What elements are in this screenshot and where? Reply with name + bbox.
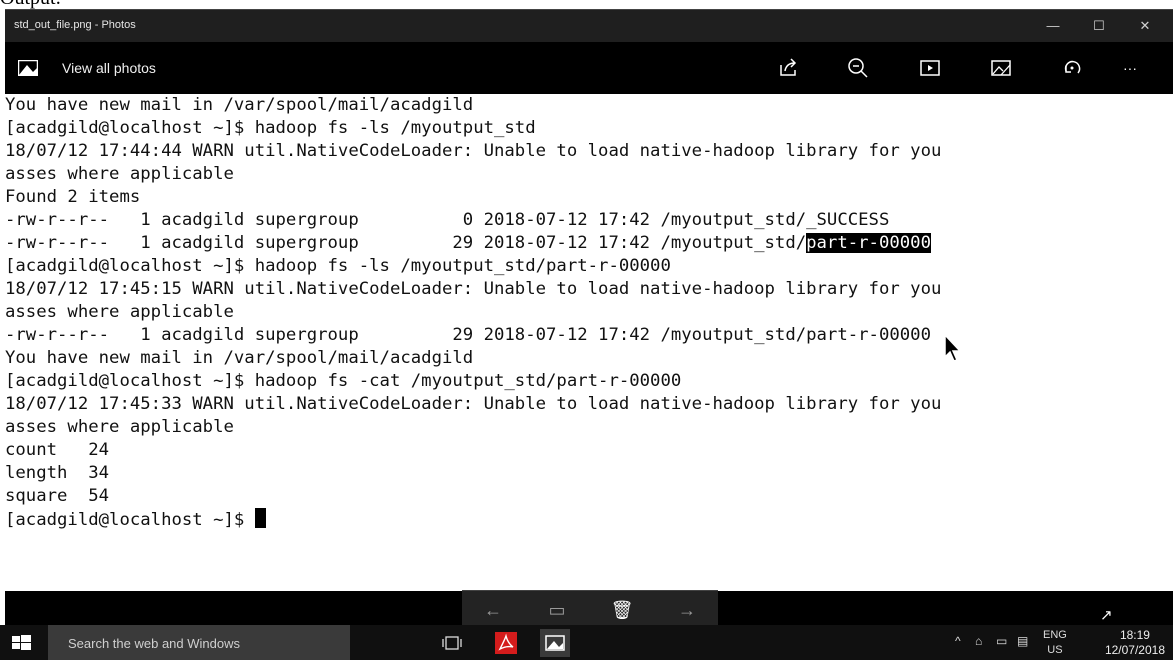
share-icon [780,58,797,76]
terminal-line: You have new mail in /var/spool/mail/aca… [5,95,474,115]
expand-icon[interactable]: ↗ [1100,606,1128,626]
terminal-line: -rw-r--r-- 1 acadgild supergroup 29 2018… [5,232,931,255]
rotate-button[interactable] [1057,54,1087,82]
minimize-button[interactable]: — [1033,10,1073,42]
terminal-screenshot: You have new mail in /var/spool/mail/aca… [5,94,1173,591]
rotate-icon [1064,60,1081,74]
task-view-icon [442,636,462,650]
acrobat-taskbar-button[interactable] [491,629,521,657]
photos-window: std_out_file.png - Photos — ☐ ✕ View all… [5,9,1173,626]
terminal-line-text: -rw-r--r-- 1 acadgild supergroup 29 2018… [5,233,807,253]
clock[interactable]: 18:19 12/07/2018 [1105,628,1165,658]
terminal-prompt: [acadgild@localhost ~]$ [5,510,255,530]
language-code: ENG [1043,629,1067,641]
maximize-button[interactable]: ☐ [1079,10,1119,42]
terminal-line: count 24 [5,440,110,460]
terminal-line: square 54 [5,486,110,506]
terminal-line: [acadgild@localhost ~]$ hadoop fs -ls /m… [5,118,536,138]
close-button[interactable]: ✕ [1125,10,1165,42]
slideshow-button[interactable] [915,54,945,82]
terminal-line: 18/07/12 17:44:44 WARN util.NativeCodeLo… [5,141,942,161]
battery-icon[interactable]: ▭ [996,634,1007,648]
next-arrow-icon[interactable]: → [672,596,702,624]
terminal-line: length 34 [5,463,110,483]
photos-icon [18,60,38,76]
show-hidden-icons-icon[interactable]: ^ [955,634,961,648]
window-title: std_out_file.png - Photos [14,19,136,31]
highlighted-selection: part-r-00000 [806,233,931,253]
clock-date: 12/07/2018 [1104,643,1165,657]
photo-info-icon[interactable]: ▭ [542,596,572,624]
share-button[interactable] [773,54,803,82]
view-all-photos-label: View all photos [62,60,156,76]
terminal-line: 18/07/12 17:45:15 WARN util.NativeCodeLo… [5,279,942,299]
network-icon[interactable]: ⌂ [975,634,982,648]
slideshow-icon [920,60,940,76]
photos-app-icon [545,635,565,651]
edit-button[interactable] [986,54,1016,82]
zoom-out-icon [848,58,868,78]
windows-taskbar: Search the web and Windows ^ ⌂ ▭ ▤ ENG U… [0,625,1173,660]
delete-icon[interactable]: 🗑 [607,596,637,624]
more-button[interactable]: ··· [1115,54,1145,82]
terminal-line: asses where applicable [5,302,234,322]
photos-toolbar: View all photos ··· [5,42,1173,94]
terminal-prompt-line: [acadgild@localhost ~]$ [5,508,266,531]
notifications-icon[interactable]: ▤ [1017,634,1028,648]
terminal-line: asses where applicable [5,417,234,437]
clock-time: 18:19 [1119,628,1150,642]
title-bar: std_out_file.png - Photos — ☐ ✕ [5,10,1173,42]
terminal-line: [acadgild@localhost ~]$ hadoop fs -ls /m… [5,256,671,276]
terminal-line: Found 2 items [5,187,141,207]
zoom-button[interactable] [843,54,873,82]
edit-icon [991,60,1011,76]
terminal-line: 18/07/12 17:45:33 WARN util.NativeCodeLo… [5,394,942,414]
windows-logo-icon [12,635,31,650]
start-button[interactable] [0,625,48,660]
acrobat-icon [495,632,517,654]
photos-taskbar-button[interactable] [540,629,570,657]
terminal-line: -rw-r--r-- 1 acadgild supergroup 29 2018… [5,325,931,345]
task-view-button[interactable] [437,629,467,657]
taskbar-search-box[interactable]: Search the web and Windows [48,625,350,660]
terminal-line: -rw-r--r-- 1 acadgild supergroup 0 2018-… [5,210,890,230]
text-cursor [254,508,266,528]
terminal-line: asses where applicable [5,164,234,184]
search-placeholder: Search the web and Windows [68,636,240,651]
previous-arrow-icon[interactable]: ← [478,596,508,624]
region-code: US [1047,644,1063,656]
language-indicator[interactable]: ENG US [1043,628,1067,658]
terminal-line: [acadgild@localhost ~]$ hadoop fs -cat /… [5,371,682,391]
terminal-line: You have new mail in /var/spool/mail/aca… [5,348,474,368]
mouse-pointer-icon [944,333,962,362]
